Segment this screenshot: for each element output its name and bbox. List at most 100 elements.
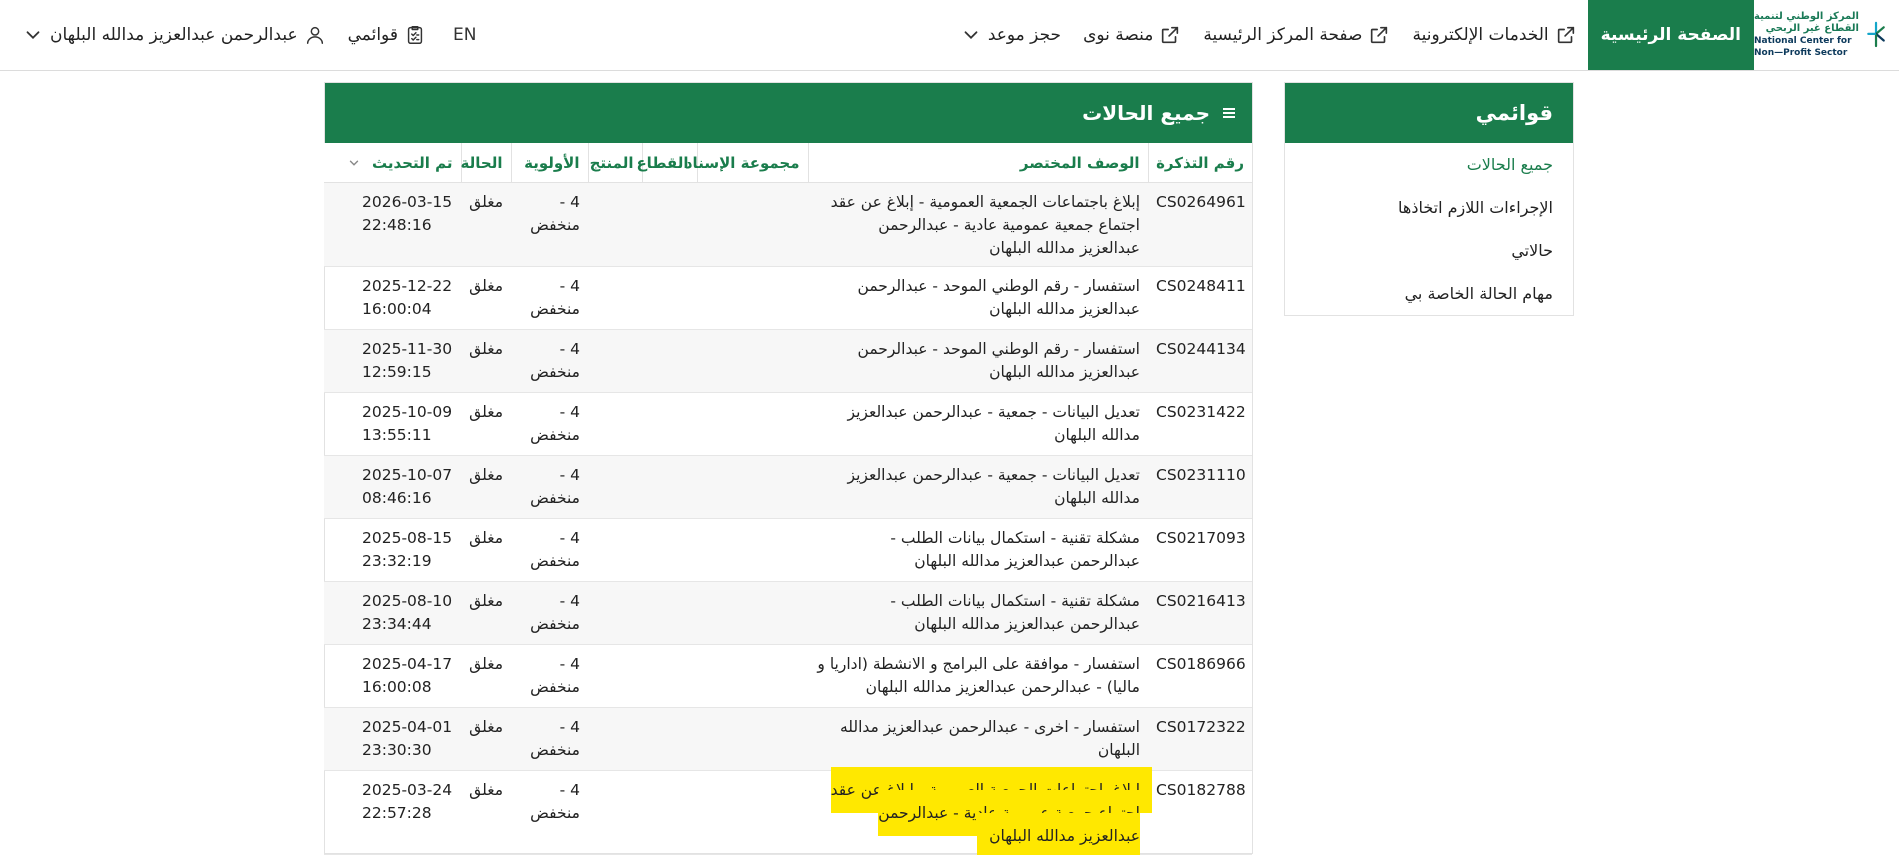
updated-time: 22:57:28 [362,804,432,822]
ticket-number[interactable]: CS0216413 [1148,581,1252,645]
logo-text-en-1: National Center for [1754,36,1852,46]
assignment-group [697,518,808,582]
sort-chevron-down-icon[interactable] [347,156,361,170]
updated-at: 2025-08-15 23:32:19 [324,518,461,582]
ticket-number[interactable]: CS0217093 [1148,518,1252,582]
status: مغلق [461,329,511,393]
desc-text: إبلاغ باجتماعات الجمعية العمومية - إبلاغ… [830,193,1140,257]
updated-at: 2025-10-09 13:55:11 [324,392,461,456]
nav-nawa-label: منصة نوى [1083,25,1154,45]
priority: 4 - منخفض [511,182,588,267]
nav-nawa[interactable]: منصة نوى [1072,0,1192,70]
side-item-my-cases[interactable]: حالاتي [1285,229,1573,272]
updated-at: 2025-04-01 23:30:30 [324,707,461,771]
product [588,644,642,708]
status: مغلق [461,455,511,519]
col-desc[interactable]: الوصف المختصر [807,143,1148,183]
short-description: تعديل البيانات - جمعية - عبدالرحمن عبدال… [808,392,1148,456]
col-updated-label: تم التحديث [371,153,453,172]
sector [642,329,697,393]
short-description: استفسار - رقم الوطني الموحد - عبدالرحمن … [808,266,1148,330]
col-group[interactable]: مجموعة الإسناد [685,143,808,183]
desc-text: تعديل البيانات - جمعية - عبدالرحمن عبدال… [847,466,1140,507]
desc-text: استفسار - اخرى - عبدالرحمن عبدالعزيز مدا… [839,718,1140,759]
table-row[interactable]: CS0248411 استفسار - رقم الوطني الموحد - ع… [324,266,1252,330]
updated-time: 23:34:44 [362,615,432,633]
product [588,266,642,330]
nav-eservices[interactable]: الخدمات الإلكترونية [1401,0,1587,70]
sector [642,392,697,456]
status: مغلق [461,581,511,645]
ticket-number[interactable]: CS0172322 [1148,707,1252,771]
ticket-number[interactable]: CS0264961 [1148,182,1252,267]
ticket-number[interactable]: CS0248411 [1148,266,1252,330]
updated-date: 2025-04-17 [362,655,453,673]
user-name: عبدالرحمن عبدالعزيز مدالله البلهان [50,25,298,45]
side-item-my-case-tasks[interactable]: مهام الحالة الخاصة بي [1285,272,1573,315]
user-menu[interactable]: عبدالرحمن عبدالعزيز مدالله البلهان [0,0,337,70]
highlighted-desc: إبلاغ باجتماعات الجمعية العمومية - إبلاغ… [830,779,1140,847]
nav-booking[interactable]: حجز موعد [949,0,1072,70]
table-row[interactable]: CS0216413 مشكلة تقنية - استكمال بيانات ال… [324,581,1252,645]
updated-at: 2025-04-17 16:00:08 [324,644,461,708]
table-row[interactable]: CS0172322 استفسار - اخرى - عبدالرحمن عبدا… [324,707,1252,771]
ticket-text: CS0231422 [1156,403,1246,421]
assignment-group [697,182,808,267]
side-item-all-cases[interactable]: جميع الحالات [1285,143,1573,186]
logo-mark-icon [1867,21,1885,48]
priority: 4 - منخفض [511,644,588,708]
col-updated[interactable]: تم التحديث [324,143,461,183]
side-item-required-actions[interactable]: الإجراءات اللازم اتخاذها [1285,186,1573,229]
updated-date: 2025-10-09 [362,403,453,421]
ticket-text: CS0216413 [1156,592,1246,610]
language-toggle[interactable]: EN [437,0,492,70]
status: مغلق [461,707,511,771]
col-ticket[interactable]: رقم التذكرة [1147,143,1252,183]
nav-home[interactable]: الصفحة الرئيسية [1587,0,1754,70]
table-row[interactable]: CS0244134 استفسار - رقم الوطني الموحد - ع… [324,329,1252,393]
nav-my-lists-label: قوائمي [347,25,398,45]
col-priority[interactable]: الأولوية [510,143,588,183]
short-description: استفسار - موافقة على البرامج و الانشطة (… [808,644,1148,708]
product [588,182,642,267]
table-row[interactable]: CS0186966 استفسار - موافقة على البرامج و … [324,644,1252,708]
col-product[interactable]: المنتج [587,143,642,183]
ticket-number[interactable]: CS0186966 [1148,644,1252,708]
top-navigation: المركز الوطني لتنمية القطاع غير الربحي N… [0,0,1899,71]
nav-center-home[interactable]: صفحة المركز الرئيسية [1192,0,1401,70]
product [588,707,642,771]
ticket-number[interactable]: CS0231422 [1148,392,1252,456]
nav-eservices-label: الخدمات الإلكترونية [1412,25,1549,45]
updated-at: 2026-03-15 22:48:16 [324,182,461,267]
sector [642,266,697,330]
updated-time: 13:55:11 [362,426,432,444]
updated-date: 2025-08-10 [362,592,453,610]
nav-my-lists[interactable]: قوائمي [337,0,437,70]
table-row[interactable]: CS0231110 تعديل البيانات - جمعية - عبدالر… [324,455,1252,519]
ticket-number[interactable]: CS0231110 [1148,455,1252,519]
col-status[interactable]: الحالة [460,143,511,183]
clipboard-check-icon [407,26,423,44]
sector [642,707,697,771]
ticket-number[interactable]: CS0244134 [1148,329,1252,393]
menu-icon[interactable] [1222,106,1236,120]
nav-center-home-label: صفحة المركز الرئيسية [1203,25,1363,45]
updated-at: 2025-10-07 08:46:16 [324,455,461,519]
status: مغلق [461,266,511,330]
updated-time: 08:46:16 [362,489,432,507]
table-row[interactable]: CS0264961 إبلاغ باجتماعات الجمعية العمومي… [324,182,1252,267]
updated-time: 16:00:04 [362,300,432,318]
desc-text: تعديل البيانات - جمعية - عبدالرحمن عبدال… [847,403,1140,444]
ticket-text: CS0264961 [1156,193,1246,211]
table-header-row: رقم التذكرة الوصف المختصر مجموعة الإسناد… [324,143,1252,183]
ticket-text: CS0217093 [1156,529,1246,547]
priority: 4 - منخفض [511,455,588,519]
table-row[interactable]: CS0182788 إبلاغ باجتماعات الجمعية العمومي… [324,770,1252,855]
assignment-group [697,392,808,456]
table-row[interactable]: CS0217093 مشكلة تقنية - استكمال بيانات ال… [324,518,1252,582]
assignment-group [697,707,808,771]
ticket-number[interactable]: CS0182788 [1148,770,1252,855]
product [588,518,642,582]
logo[interactable]: المركز الوطني لتنمية القطاع غير الربحي N… [1754,0,1899,70]
table-row[interactable]: CS0231422 تعديل البيانات - جمعية - عبدالر… [324,392,1252,456]
